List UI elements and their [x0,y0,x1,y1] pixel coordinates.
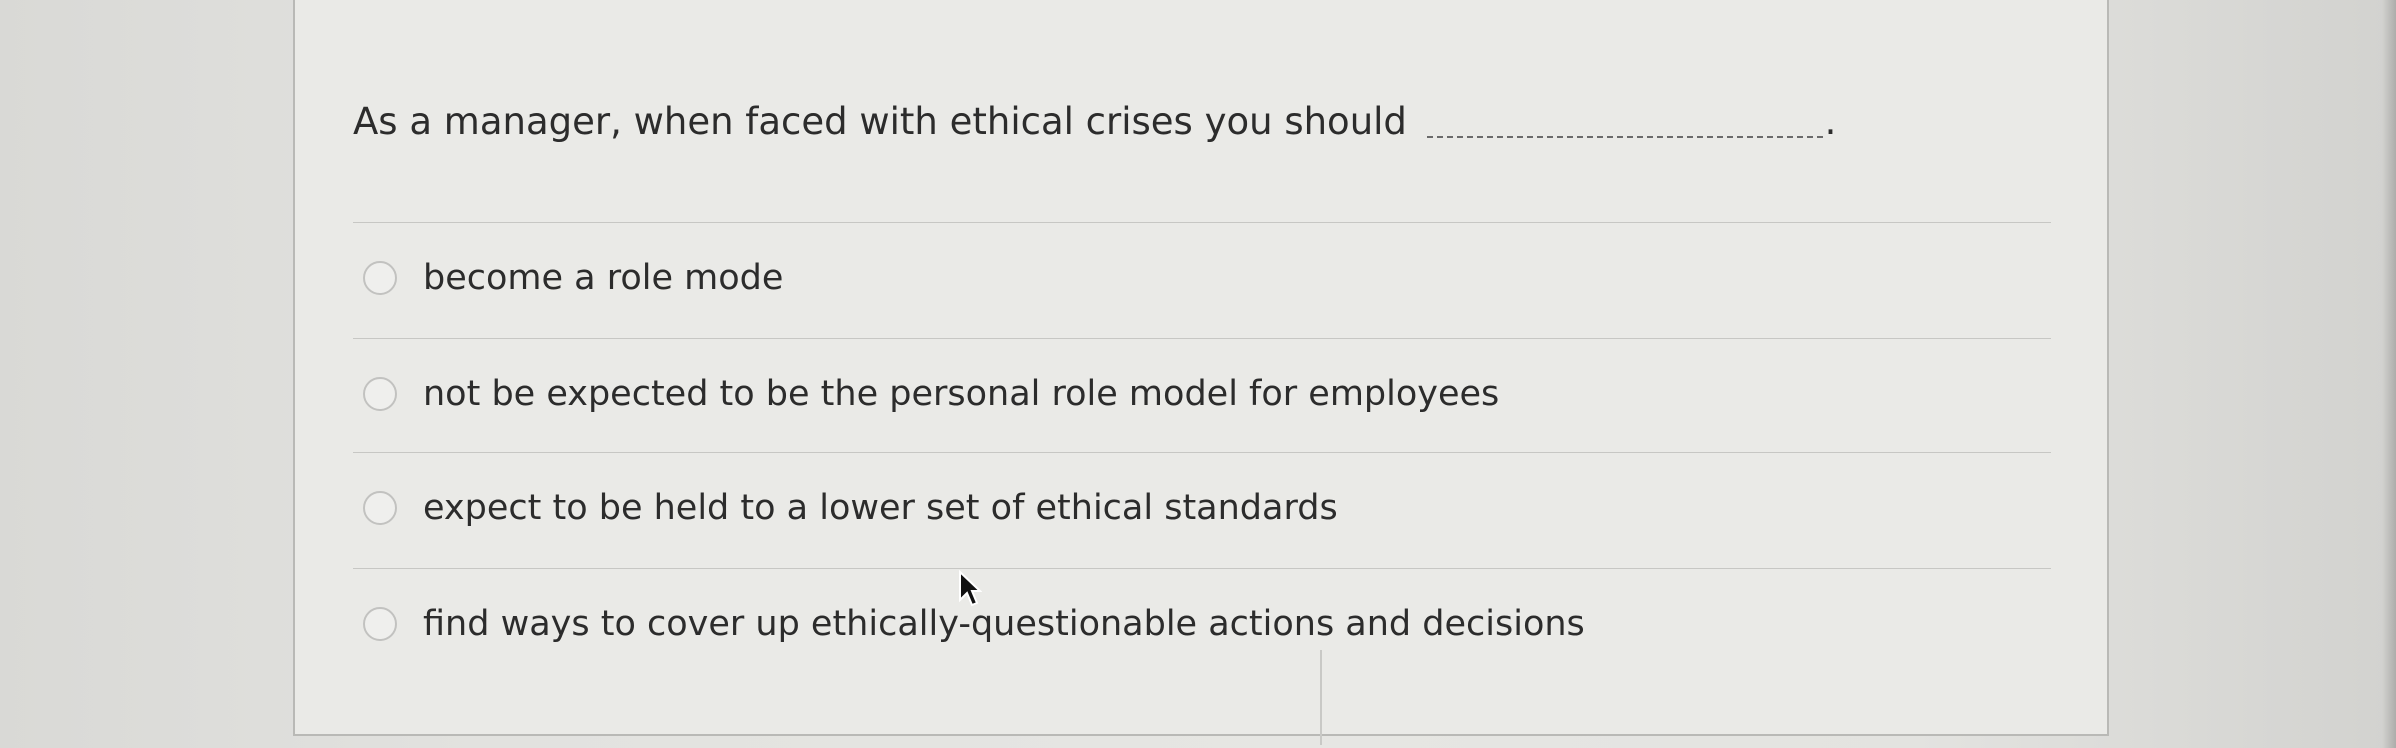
screen-edge-shadow [2382,0,2396,748]
option-label: expect to be held to a lower set of ethi… [423,488,1338,528]
question-punctuation: . [1824,100,1837,143]
question-card: As a manager, when faced with ethical cr… [293,0,2109,736]
screen-artifact-line [1320,650,1322,745]
radio-button-icon[interactable] [363,491,397,525]
option-2[interactable]: not be expected to be the personal role … [363,366,2063,422]
question-text: As a manager, when faced with ethical cr… [353,96,1836,148]
radio-button-icon[interactable] [363,607,397,641]
divider [353,568,2051,569]
option-label: become a role mode [423,258,784,298]
radio-button-icon[interactable] [363,377,397,411]
mouse-pointer-icon [959,570,982,607]
option-1[interactable]: become a role mode [363,250,2063,306]
divider [353,452,2051,453]
option-label: find ways to cover up ethically-question… [423,604,1585,644]
divider [353,338,2051,339]
question-stem: As a manager, when faced with ethical cr… [353,100,1407,143]
option-label: not be expected to be the personal role … [423,374,1500,414]
option-4[interactable]: find ways to cover up ethically-question… [363,596,2063,652]
option-3[interactable]: expect to be held to a lower set of ethi… [363,480,2063,536]
radio-button-icon[interactable] [363,261,397,295]
divider [353,222,2051,223]
answer-blank [1426,134,1823,138]
